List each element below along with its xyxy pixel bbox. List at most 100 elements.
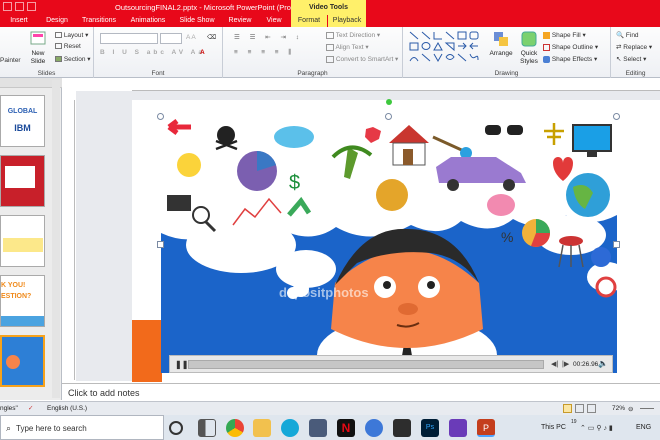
skip-back-icon[interactable]: ◀| [551, 360, 558, 368]
pause-icon[interactable]: ❚❚ [175, 360, 188, 369]
ribbon-tab-bar: Insert Design Transitions Animations Sli… [0, 15, 660, 27]
select-icon: ↖ [616, 56, 622, 63]
shape-fill-button[interactable]: Shape Fill ▾ [543, 31, 586, 39]
video-object[interactable]: $ % depositphotos [161, 117, 617, 373]
thumbnail-scrollbar[interactable] [52, 80, 60, 398]
clear-format-icon[interactable]: ⌫ [207, 33, 216, 41]
redo-icon[interactable] [27, 2, 36, 11]
tab-design[interactable]: Design [40, 15, 74, 27]
reset-button[interactable]: Reset [55, 43, 81, 50]
slide-thumbnail-2[interactable] [0, 155, 45, 207]
resize-handle-top-left[interactable] [157, 113, 164, 120]
status-language[interactable]: English (U.S.) [47, 405, 87, 412]
resize-handle-left[interactable] [157, 241, 164, 248]
visual-studio-icon[interactable] [449, 419, 467, 437]
reset-label: Reset [63, 43, 81, 50]
tray-icons[interactable]: ⌃ ▭ ⚲ ♪ ▮ [580, 424, 613, 432]
slide-orange-accent [132, 320, 162, 382]
slide-thumbnail-4[interactable]: K YOU! ESTION? [0, 275, 45, 327]
format-painter-button[interactable]: Painter [0, 57, 21, 64]
find-button[interactable]: 🔍 Find [616, 31, 639, 39]
vertical-ruler [65, 100, 75, 380]
thumb-1-title: GLOBAL [7, 108, 38, 115]
tab-format[interactable]: Format [291, 15, 327, 27]
slide-thumbnail-3[interactable] [0, 215, 45, 267]
resize-handle-top-right[interactable] [613, 113, 620, 120]
skip-forward-icon[interactable]: |▶ [562, 360, 569, 368]
list-icons[interactable]: ☰ ☰ ⇤ ⇥ ↕ [234, 33, 303, 41]
arrange-label: Arrange [489, 50, 513, 57]
video-frame-illustration: $ % [161, 117, 617, 373]
shapes-gallery[interactable] [408, 30, 486, 64]
app-icon[interactable] [365, 419, 383, 437]
photoshop-icon[interactable]: Ps [421, 419, 439, 437]
photos-icon[interactable] [309, 419, 327, 437]
new-slide-button[interactable]: New Slide [26, 30, 50, 66]
layout-label: Layout [63, 32, 84, 39]
drawing-group-label: Drawing [494, 70, 519, 77]
arrange-button[interactable]: Arrange [487, 30, 515, 57]
volume-icon[interactable]: 🔈 [598, 359, 608, 368]
font-style-icons[interactable]: B I U S abc AV Aa [100, 49, 205, 56]
language-indicator[interactable]: ENG [636, 424, 651, 431]
normal-view-icon[interactable] [563, 404, 572, 413]
shape-effects-icon [543, 55, 550, 63]
align-text-button[interactable]: Align Text ▾ [326, 43, 369, 51]
new-slide-label: New Slide [30, 50, 46, 65]
reset-icon [55, 43, 62, 50]
slide-sorter-icon[interactable] [575, 404, 584, 413]
reading-view-icon[interactable] [587, 404, 596, 413]
text-direction-button[interactable]: Text Direction ▾ [326, 31, 380, 39]
quick-styles-label: Quick Styles [520, 50, 538, 65]
slide-thumbnail-5[interactable] [0, 335, 45, 387]
tab-review[interactable]: Review [222, 15, 258, 27]
font-name-box[interactable] [100, 33, 158, 44]
this-pc-label[interactable]: This PC [541, 424, 566, 431]
tab-animations[interactable]: Animations [124, 15, 172, 27]
cortana-icon[interactable] [169, 421, 183, 435]
replace-button[interactable]: ⇄ Replace ▾ [616, 43, 652, 51]
resize-handle-right[interactable] [613, 241, 620, 248]
zoom-out-icon[interactable]: ⊖ [628, 405, 633, 413]
shape-outline-button[interactable]: Shape Outline ▾ [543, 43, 598, 51]
undo-icon[interactable] [15, 2, 24, 11]
shape-effects-button[interactable]: Shape Effects ▾ [543, 55, 597, 63]
rotation-handle[interactable] [386, 99, 392, 105]
slide-thumbnail-1[interactable]: GLOBAL IBM [0, 95, 45, 147]
save-icon[interactable] [3, 2, 12, 11]
taskbar-search[interactable]: ⌕ Type here to search [0, 415, 164, 440]
resize-handle-top[interactable] [385, 113, 392, 120]
status-bar: ngles" ✓ English (U.S.) 72% ⊖ [0, 401, 660, 415]
section-button[interactable]: Section ▾ [55, 55, 91, 63]
zoom-level[interactable]: 72% [612, 405, 625, 412]
seek-bar[interactable] [188, 360, 544, 369]
tab-insert[interactable]: Insert [4, 15, 34, 27]
quick-styles-button[interactable]: Quick Styles [515, 30, 543, 66]
spellcheck-icon[interactable]: ✓ [28, 404, 33, 412]
chrome-icon[interactable] [226, 419, 244, 437]
zoom-slider[interactable] [640, 408, 654, 409]
edge-icon[interactable] [281, 419, 299, 437]
new-slide-icon [30, 31, 46, 45]
layout-button[interactable]: Layout ▾ [55, 31, 88, 39]
slides-group: Painter New Slide Layout ▾ Reset Section… [0, 27, 94, 78]
netflix-icon[interactable]: N [337, 419, 355, 437]
tab-slide-show[interactable]: Slide Show [174, 15, 220, 27]
select-button[interactable]: ↖ Select ▾ [616, 55, 646, 63]
section-icon [55, 56, 62, 63]
file-explorer-icon[interactable] [253, 419, 271, 437]
notes-pane[interactable]: Click to add notes [62, 383, 660, 401]
app-dark-icon[interactable] [393, 419, 411, 437]
tab-transitions[interactable]: Transitions [76, 15, 122, 27]
font-color-icon[interactable]: A [200, 49, 205, 56]
powerpoint-icon[interactable]: P [477, 419, 495, 437]
convert-smartart-label: Convert to SmartArt [335, 56, 394, 63]
align-icons[interactable]: ≡ ≡ ≡ ≡ ⫼ [234, 49, 295, 57]
tab-view[interactable]: View [260, 15, 288, 27]
tab-playback[interactable]: Playback [328, 15, 366, 27]
ribbon: Painter New Slide Layout ▾ Reset Section… [0, 27, 660, 78]
grow-shrink-font-icon[interactable]: A A [186, 34, 196, 41]
font-size-box[interactable] [160, 33, 182, 44]
task-view-icon[interactable] [198, 419, 216, 437]
convert-smartart-button[interactable]: Convert to SmartArt ▾ [326, 55, 398, 63]
